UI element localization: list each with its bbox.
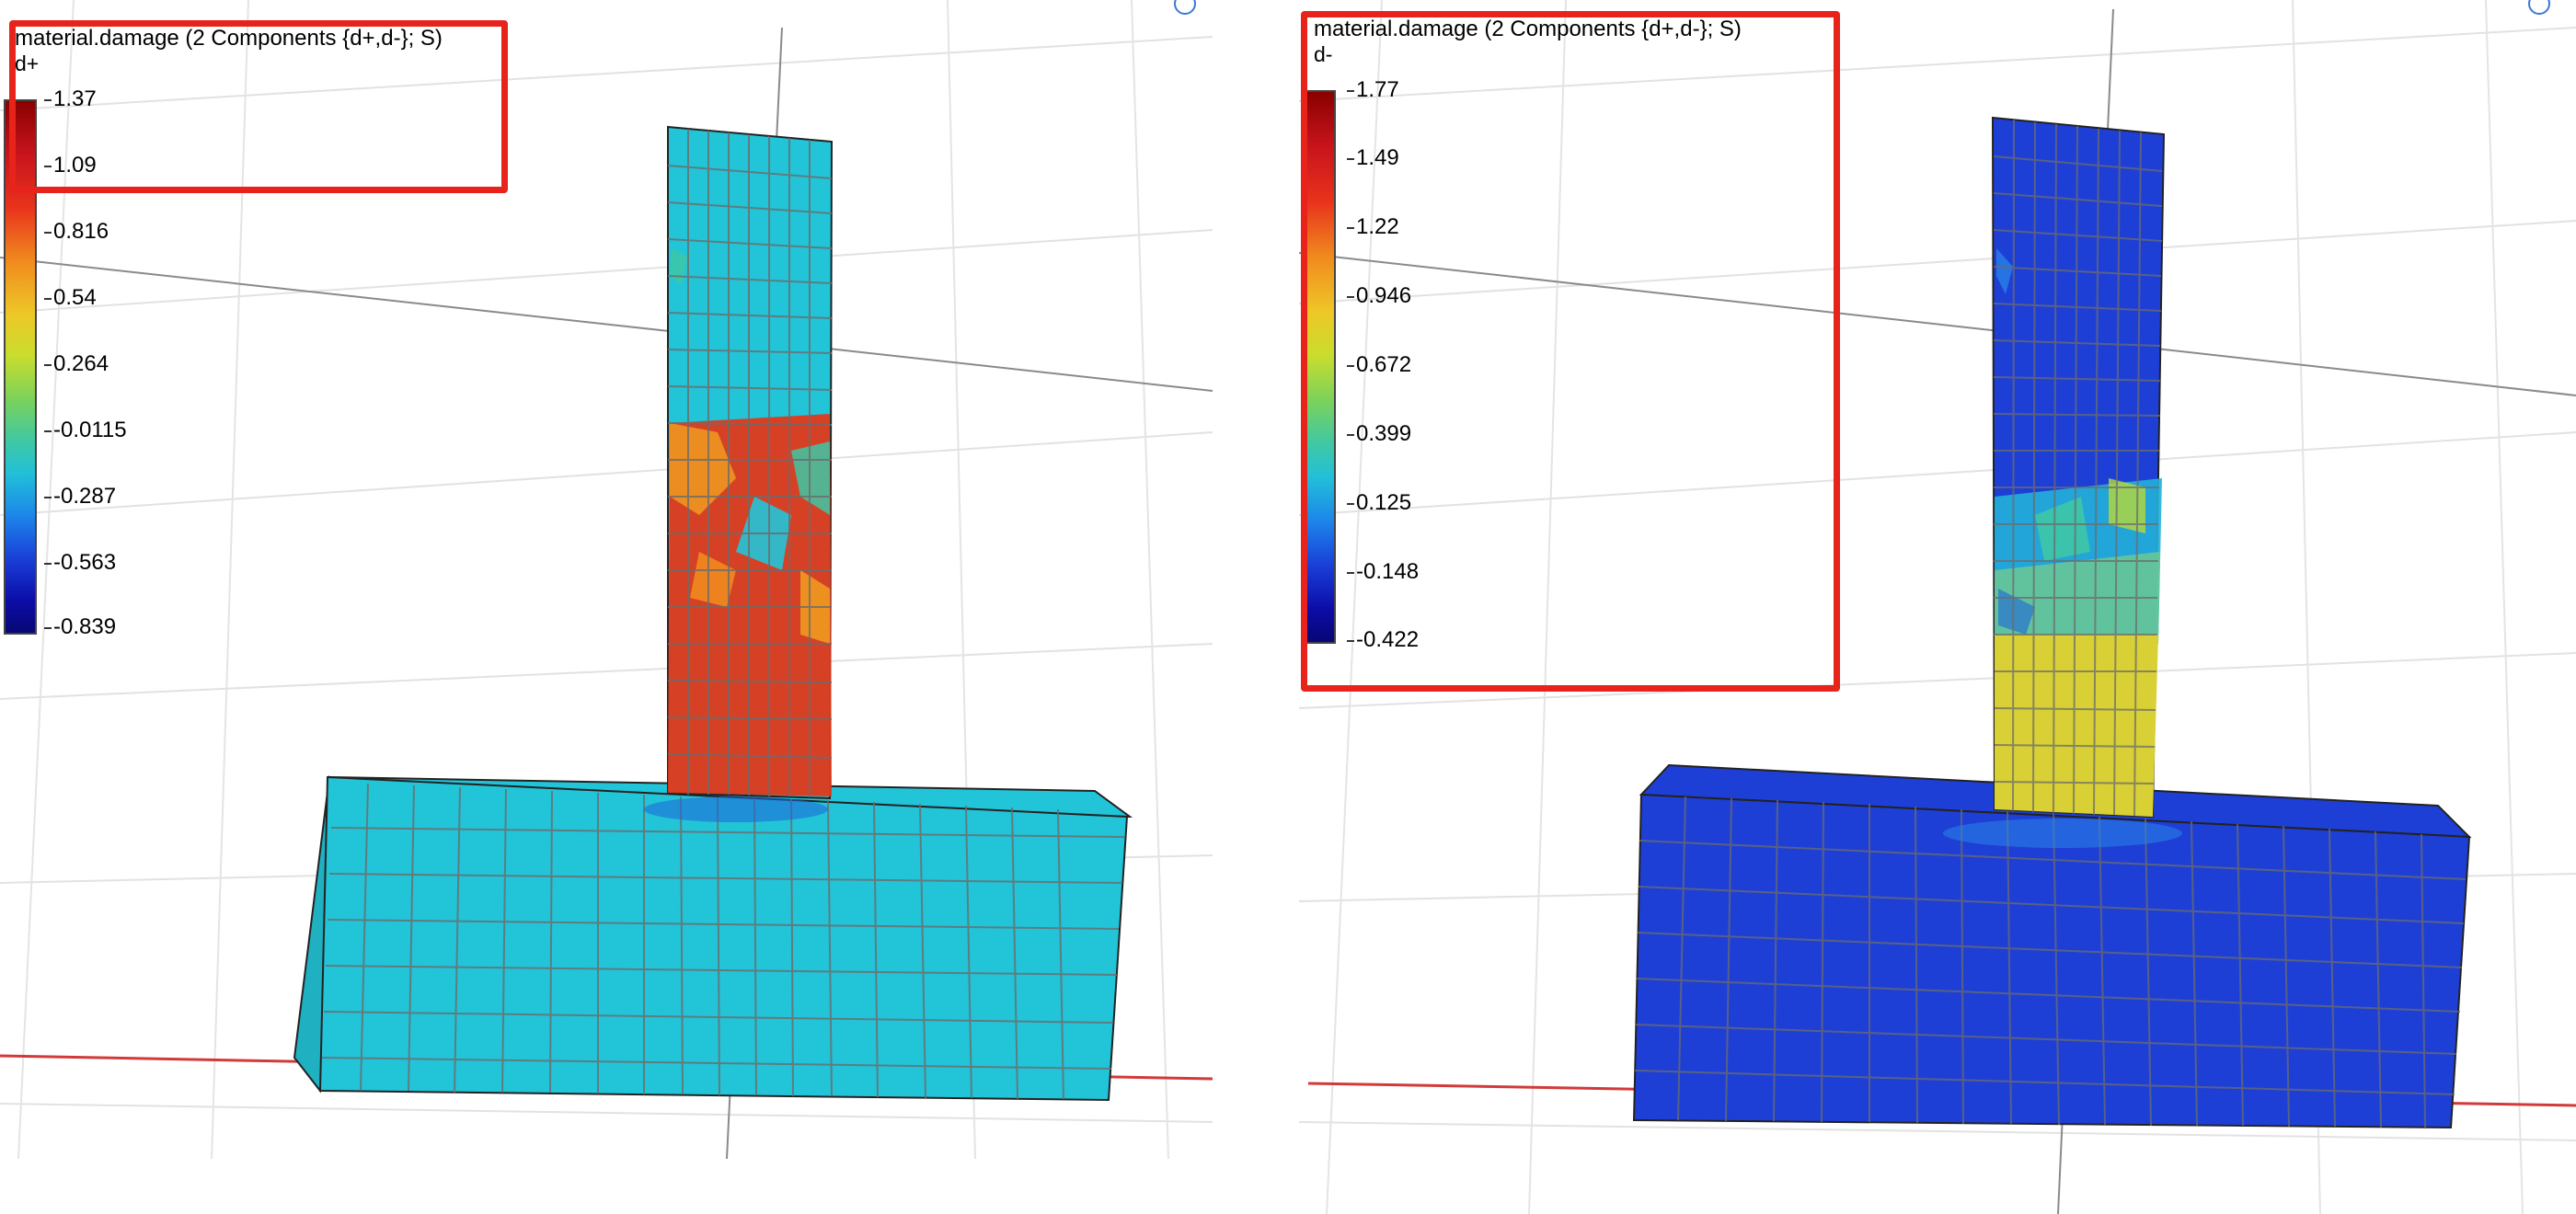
tick-label: -0.563 [43, 550, 117, 575]
highlight-box-left [9, 20, 508, 193]
highlight-box-right [1301, 11, 1840, 692]
tick-label: -0.839 [43, 614, 117, 639]
tick-label: -0.0115 [44, 418, 127, 442]
column-left[interactable] [667, 125, 834, 800]
tick-label: 0.54 [44, 285, 97, 310]
tick-label: 0.816 [43, 219, 109, 244]
viewport-left[interactable]: material.damage (2 Components {d+,d-}; S… [0, 0, 1213, 1214]
base-block[interactable] [1632, 763, 2472, 1129]
tick-label: 0.264 [43, 351, 109, 376]
base-block[interactable] [293, 775, 1133, 1102]
column-right[interactable] [1991, 116, 2166, 819]
panel-separator [1213, 0, 1299, 1214]
tick-label: -0.287 [43, 484, 117, 509]
viewport-right[interactable]: material.damage (2 Components {d+,d-}; S… [1299, 0, 2576, 1214]
